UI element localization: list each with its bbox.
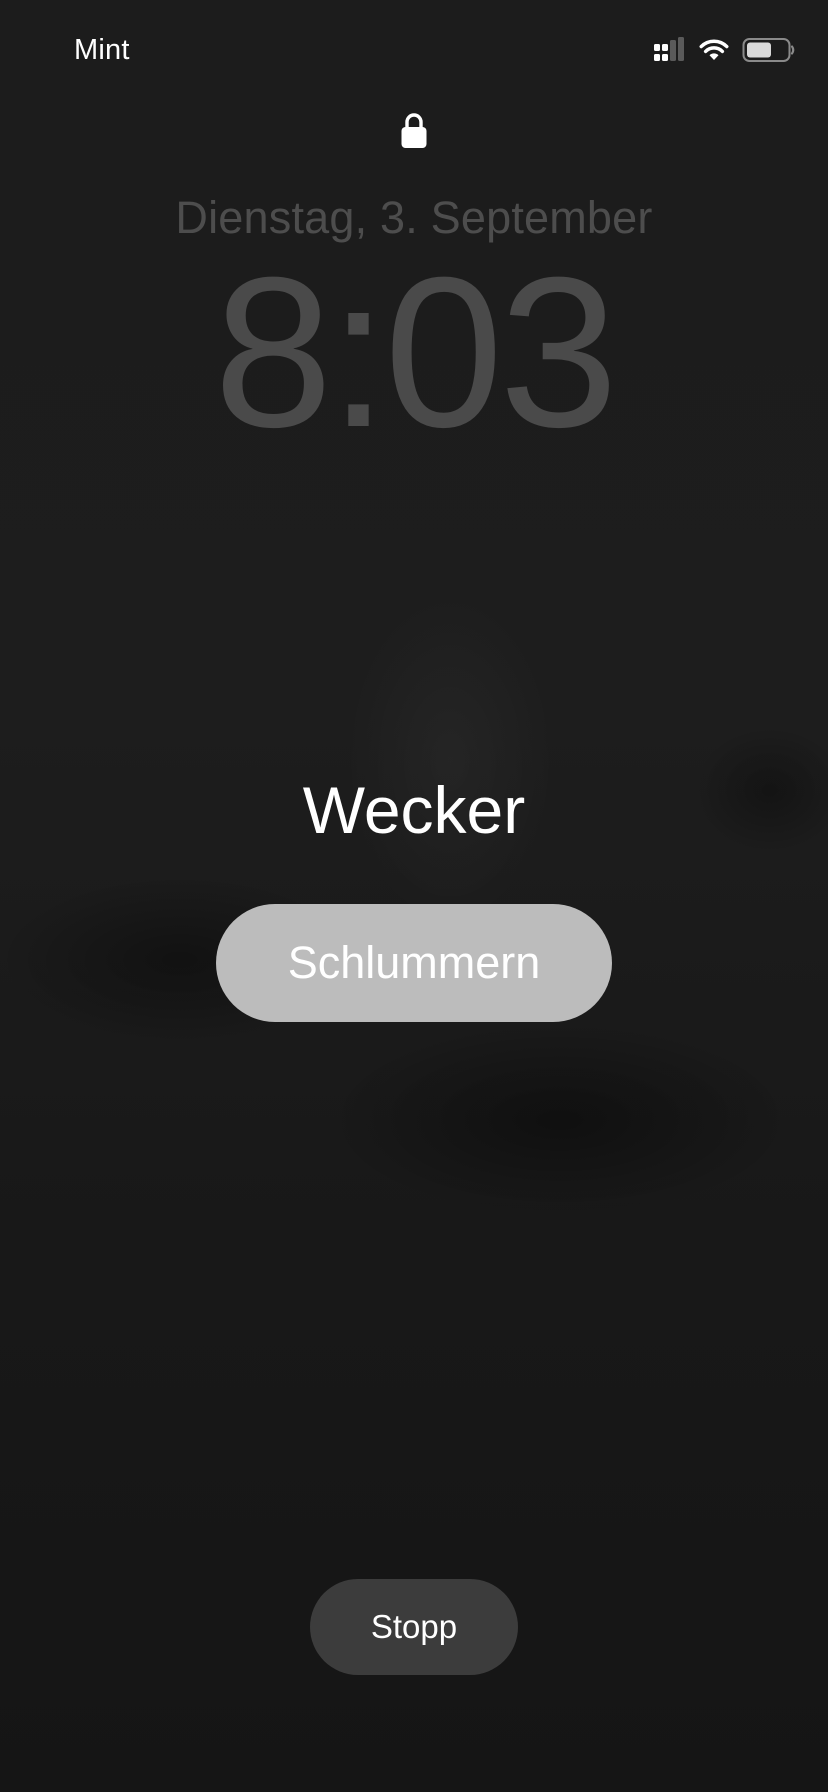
snooze-button-label: Schlummern [287, 937, 541, 988]
stop-button[interactable]: Stopp [310, 1579, 518, 1675]
lock-screen: Mint Dienstag, 3. September 8:03 Wecker [0, 0, 828, 1792]
battery-icon [742, 38, 795, 62]
alarm-title: Wecker [302, 773, 526, 847]
stop-button-label: Stopp [370, 1608, 458, 1645]
wifi-icon [699, 39, 729, 60]
lock-icon [401, 113, 427, 148]
status-icons [652, 34, 796, 66]
lock-screen-time: 8:03 [213, 233, 619, 472]
snooze-button[interactable]: Schlummern [216, 904, 612, 1022]
cellular-signal-icon [654, 37, 684, 61]
carrier-name: Mint [74, 34, 130, 66]
